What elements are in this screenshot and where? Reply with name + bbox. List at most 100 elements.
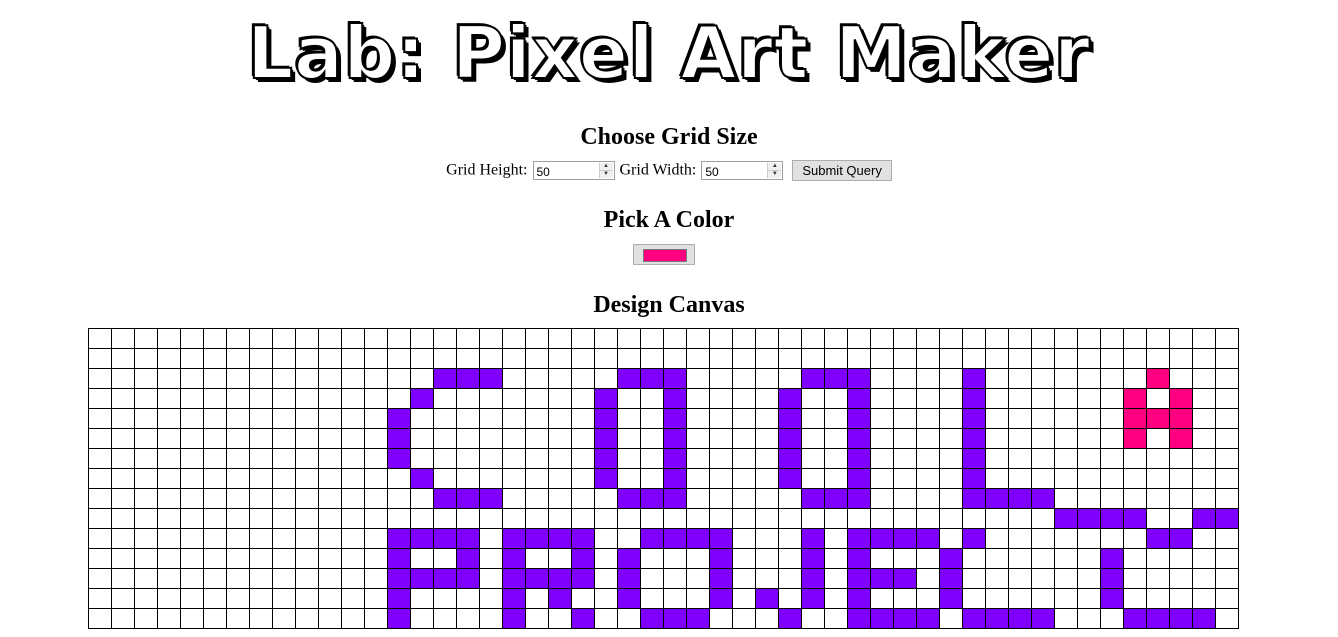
canvas-cell[interactable] xyxy=(88,368,112,389)
canvas-cell[interactable] xyxy=(709,388,733,409)
canvas-cell[interactable] xyxy=(1077,508,1101,529)
canvas-cell[interactable] xyxy=(962,508,986,529)
canvas-cell[interactable] xyxy=(433,388,457,409)
canvas-cell[interactable] xyxy=(1077,428,1101,449)
canvas-cell[interactable] xyxy=(341,508,365,529)
canvas-cell[interactable] xyxy=(1146,508,1170,529)
canvas-cell[interactable] xyxy=(640,548,664,569)
canvas-cell[interactable] xyxy=(525,428,549,449)
canvas-cell[interactable] xyxy=(801,488,825,509)
canvas-cell[interactable] xyxy=(341,468,365,489)
canvas-cell[interactable] xyxy=(893,328,917,349)
canvas-cell[interactable] xyxy=(318,348,342,369)
canvas-cell[interactable] xyxy=(1054,348,1078,369)
canvas-cell[interactable] xyxy=(824,388,848,409)
canvas-cell[interactable] xyxy=(111,428,135,449)
canvas-cell[interactable] xyxy=(755,528,779,549)
canvas-cell[interactable] xyxy=(295,568,319,589)
canvas-cell[interactable] xyxy=(962,448,986,469)
canvas-cell[interactable] xyxy=(801,448,825,469)
canvas-cell[interactable] xyxy=(1031,408,1055,429)
canvas-cell[interactable] xyxy=(318,488,342,509)
canvas-cell[interactable] xyxy=(594,528,618,549)
canvas-cell[interactable] xyxy=(249,408,273,429)
canvas-cell[interactable] xyxy=(732,388,756,409)
canvas-cell[interactable] xyxy=(640,428,664,449)
canvas-cell[interactable] xyxy=(1100,368,1124,389)
canvas-cell[interactable] xyxy=(387,368,411,389)
canvas-cell[interactable] xyxy=(249,588,273,609)
canvas-cell[interactable] xyxy=(1077,488,1101,509)
canvas-cell[interactable] xyxy=(1100,428,1124,449)
canvas-cell[interactable] xyxy=(870,388,894,409)
canvas-cell[interactable] xyxy=(456,428,480,449)
canvas-cell[interactable] xyxy=(249,528,273,549)
canvas-cell[interactable] xyxy=(502,448,526,469)
canvas-cell[interactable] xyxy=(870,488,894,509)
canvas-cell[interactable] xyxy=(985,368,1009,389)
canvas-cell[interactable] xyxy=(341,488,365,509)
canvas-cell[interactable] xyxy=(1146,388,1170,409)
canvas-cell[interactable] xyxy=(1169,528,1193,549)
canvas-cell[interactable] xyxy=(847,328,871,349)
canvas-cell[interactable] xyxy=(134,488,158,509)
canvas-cell[interactable] xyxy=(318,588,342,609)
canvas-cell[interactable] xyxy=(755,488,779,509)
canvas-cell[interactable] xyxy=(1215,568,1239,589)
canvas-cell[interactable] xyxy=(410,468,434,489)
canvas-cell[interactable] xyxy=(364,348,388,369)
canvas-cell[interactable] xyxy=(1077,468,1101,489)
canvas-cell[interactable] xyxy=(456,448,480,469)
canvas-cell[interactable] xyxy=(617,368,641,389)
canvas-cell[interactable] xyxy=(847,368,871,389)
canvas-cell[interactable] xyxy=(341,568,365,589)
canvas-cell[interactable] xyxy=(893,348,917,369)
canvas-cell[interactable] xyxy=(939,428,963,449)
canvas-cell[interactable] xyxy=(1123,608,1147,629)
canvas-cell[interactable] xyxy=(755,408,779,429)
canvas-cell[interactable] xyxy=(548,488,572,509)
canvas-cell[interactable] xyxy=(525,588,549,609)
canvas-cell[interactable] xyxy=(272,448,296,469)
canvas-cell[interactable] xyxy=(686,548,710,569)
canvas-cell[interactable] xyxy=(1192,568,1216,589)
canvas-cell[interactable] xyxy=(502,548,526,569)
canvas-cell[interactable] xyxy=(594,588,618,609)
canvas-cell[interactable] xyxy=(456,328,480,349)
canvas-cell[interactable] xyxy=(1215,368,1239,389)
canvas-cell[interactable] xyxy=(479,528,503,549)
canvas-cell[interactable] xyxy=(640,528,664,549)
canvas-cell[interactable] xyxy=(157,328,181,349)
canvas-cell[interactable] xyxy=(617,588,641,609)
canvas-cell[interactable] xyxy=(1146,468,1170,489)
canvas-cell[interactable] xyxy=(571,408,595,429)
canvas-cell[interactable] xyxy=(364,328,388,349)
canvas-cell[interactable] xyxy=(824,428,848,449)
canvas-cell[interactable] xyxy=(594,408,618,429)
canvas-cell[interactable] xyxy=(801,468,825,489)
canvas-cell[interactable] xyxy=(1054,368,1078,389)
canvas-cell[interactable] xyxy=(548,368,572,389)
canvas-cell[interactable] xyxy=(180,368,204,389)
canvas-cell[interactable] xyxy=(709,548,733,569)
canvas-cell[interactable] xyxy=(686,428,710,449)
canvas-cell[interactable] xyxy=(617,568,641,589)
canvas-cell[interactable] xyxy=(456,508,480,529)
canvas-cell[interactable] xyxy=(1077,348,1101,369)
canvas-cell[interactable] xyxy=(1077,528,1101,549)
canvas-cell[interactable] xyxy=(433,408,457,429)
canvas-cell[interactable] xyxy=(525,368,549,389)
canvas-cell[interactable] xyxy=(778,528,802,549)
canvas-cell[interactable] xyxy=(180,588,204,609)
canvas-cell[interactable] xyxy=(1077,568,1101,589)
canvas-cell[interactable] xyxy=(249,328,273,349)
canvas-cell[interactable] xyxy=(962,348,986,369)
canvas-cell[interactable] xyxy=(916,408,940,429)
canvas-cell[interactable] xyxy=(1192,588,1216,609)
canvas-cell[interactable] xyxy=(410,368,434,389)
canvas-cell[interactable] xyxy=(893,548,917,569)
canvas-cell[interactable] xyxy=(502,348,526,369)
canvas-cell[interactable] xyxy=(295,348,319,369)
canvas-cell[interactable] xyxy=(134,468,158,489)
canvas-cell[interactable] xyxy=(1054,448,1078,469)
